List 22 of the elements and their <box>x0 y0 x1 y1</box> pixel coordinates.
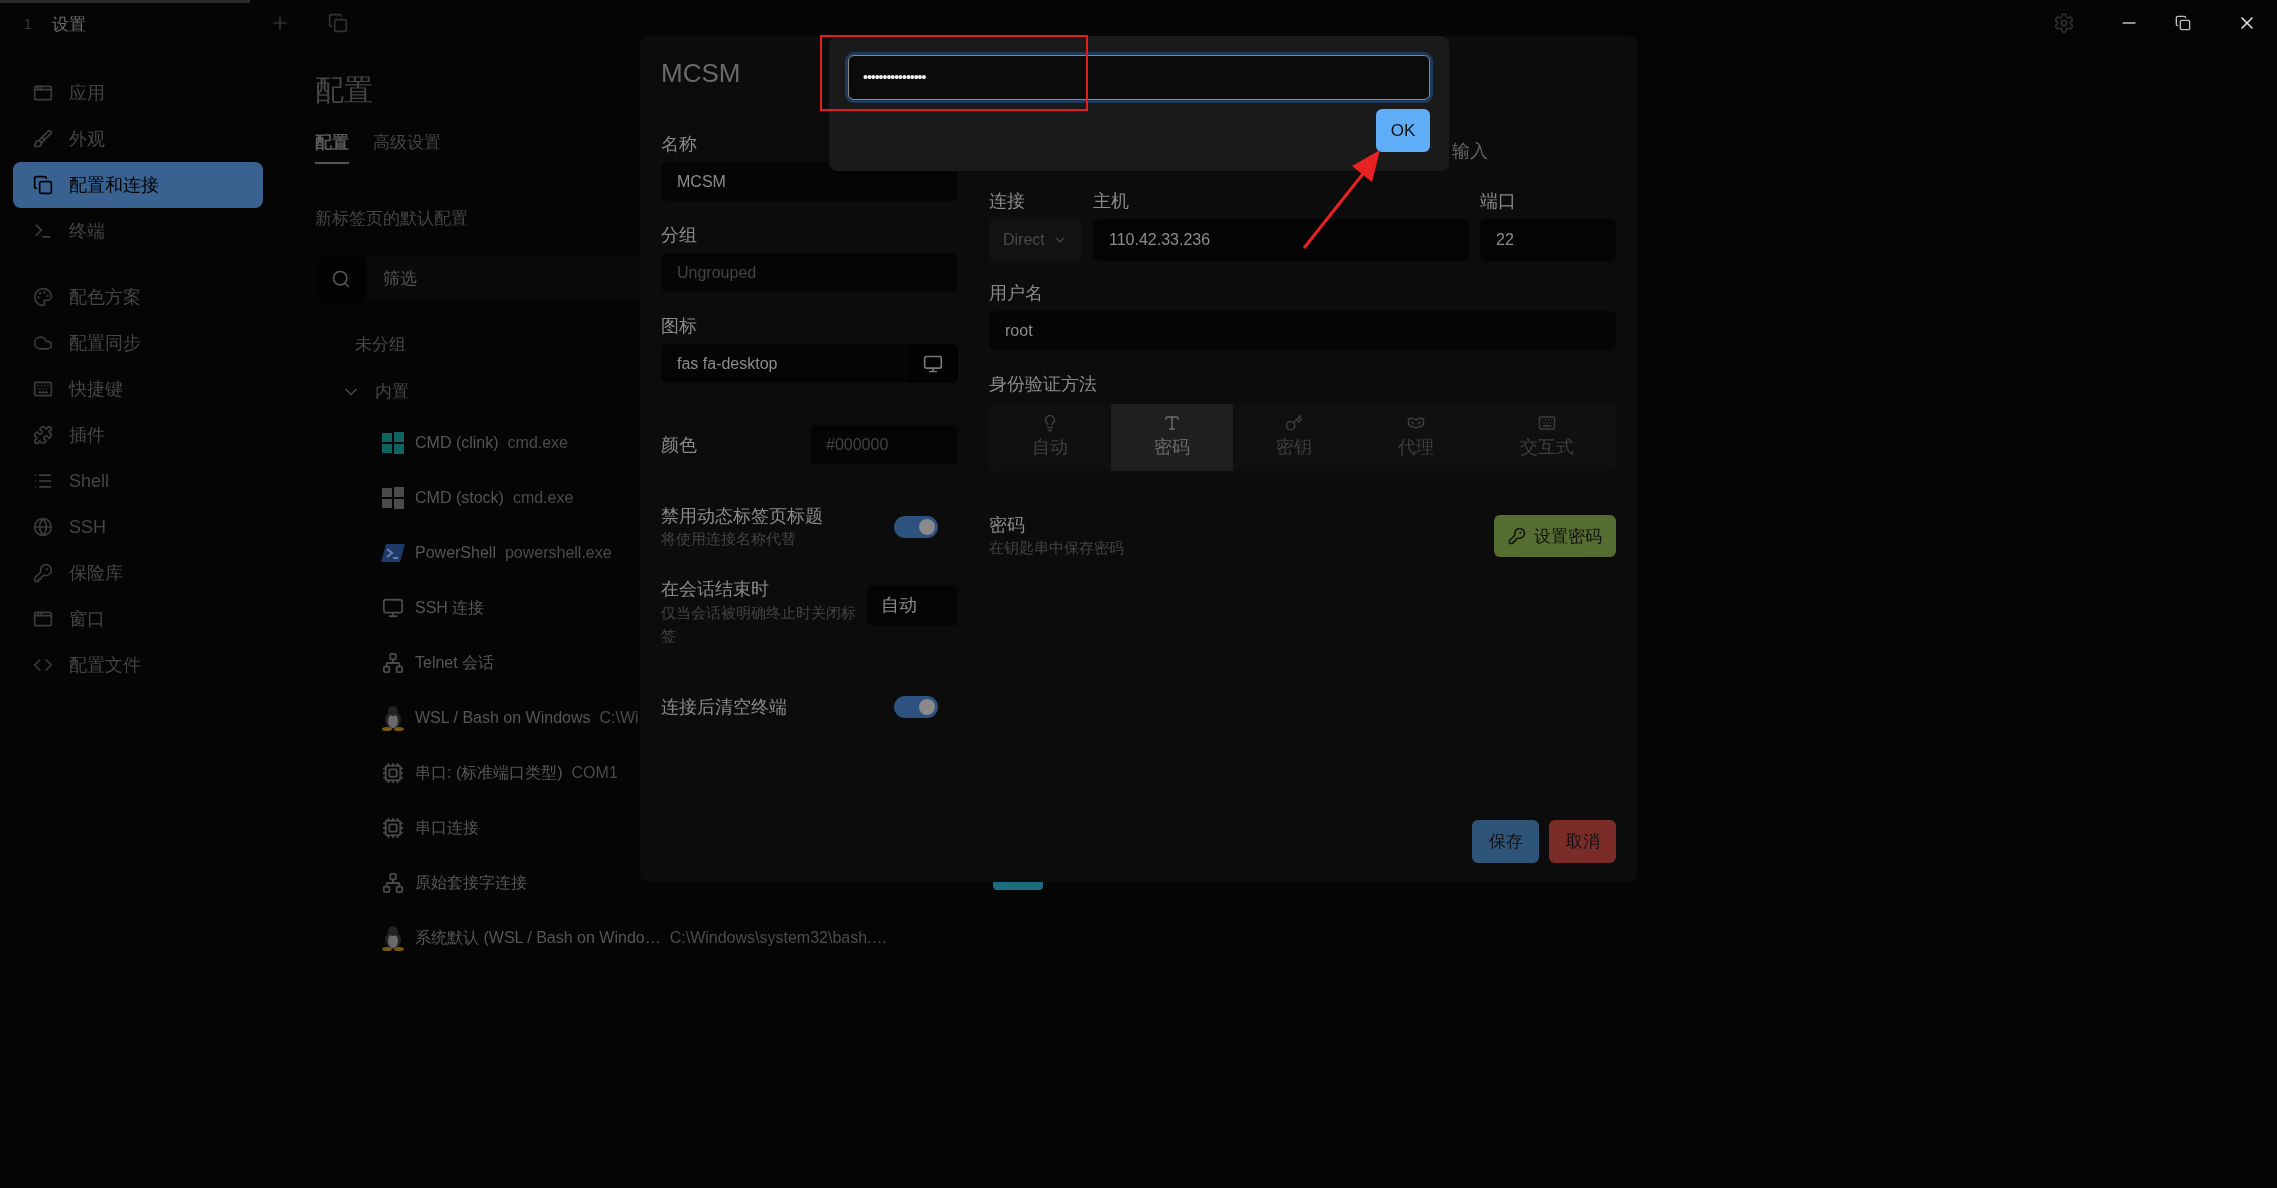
field-label: 禁用动态标签页标题 <box>661 505 823 528</box>
dialog-title: MCSM <box>661 57 741 90</box>
command-text: COM1 <box>571 762 618 783</box>
field-label: 主机 <box>1093 190 1130 213</box>
page-title: 配置 <box>315 73 373 108</box>
field-label: 在会话结束时 <box>661 577 770 601</box>
field-label: 连接 <box>989 190 1026 213</box>
section-title: 新标签页的默认配置 <box>315 207 468 230</box>
field-label: 颜色 <box>661 433 697 457</box>
command-text: powershell.exe <box>504 542 612 563</box>
field-label: 密码 <box>989 514 1026 537</box>
command-text: C:\Wi <box>599 707 639 728</box>
field-label: 用户名 <box>989 282 1044 305</box>
field-label: 端口 <box>1480 190 1517 213</box>
field-label: 分组 <box>661 224 698 247</box>
command-text: C:\Windows\system32\bash.… <box>669 927 888 948</box>
command-text: cmd.exe <box>512 487 574 508</box>
field-label: 图标 <box>661 315 698 338</box>
command-text: cmd.exe <box>507 432 568 453</box>
field-label: 连接后清空终端 <box>661 695 787 719</box>
field-label: 身份验证方法 <box>989 373 1098 396</box>
field-label: 名称 <box>661 133 698 156</box>
